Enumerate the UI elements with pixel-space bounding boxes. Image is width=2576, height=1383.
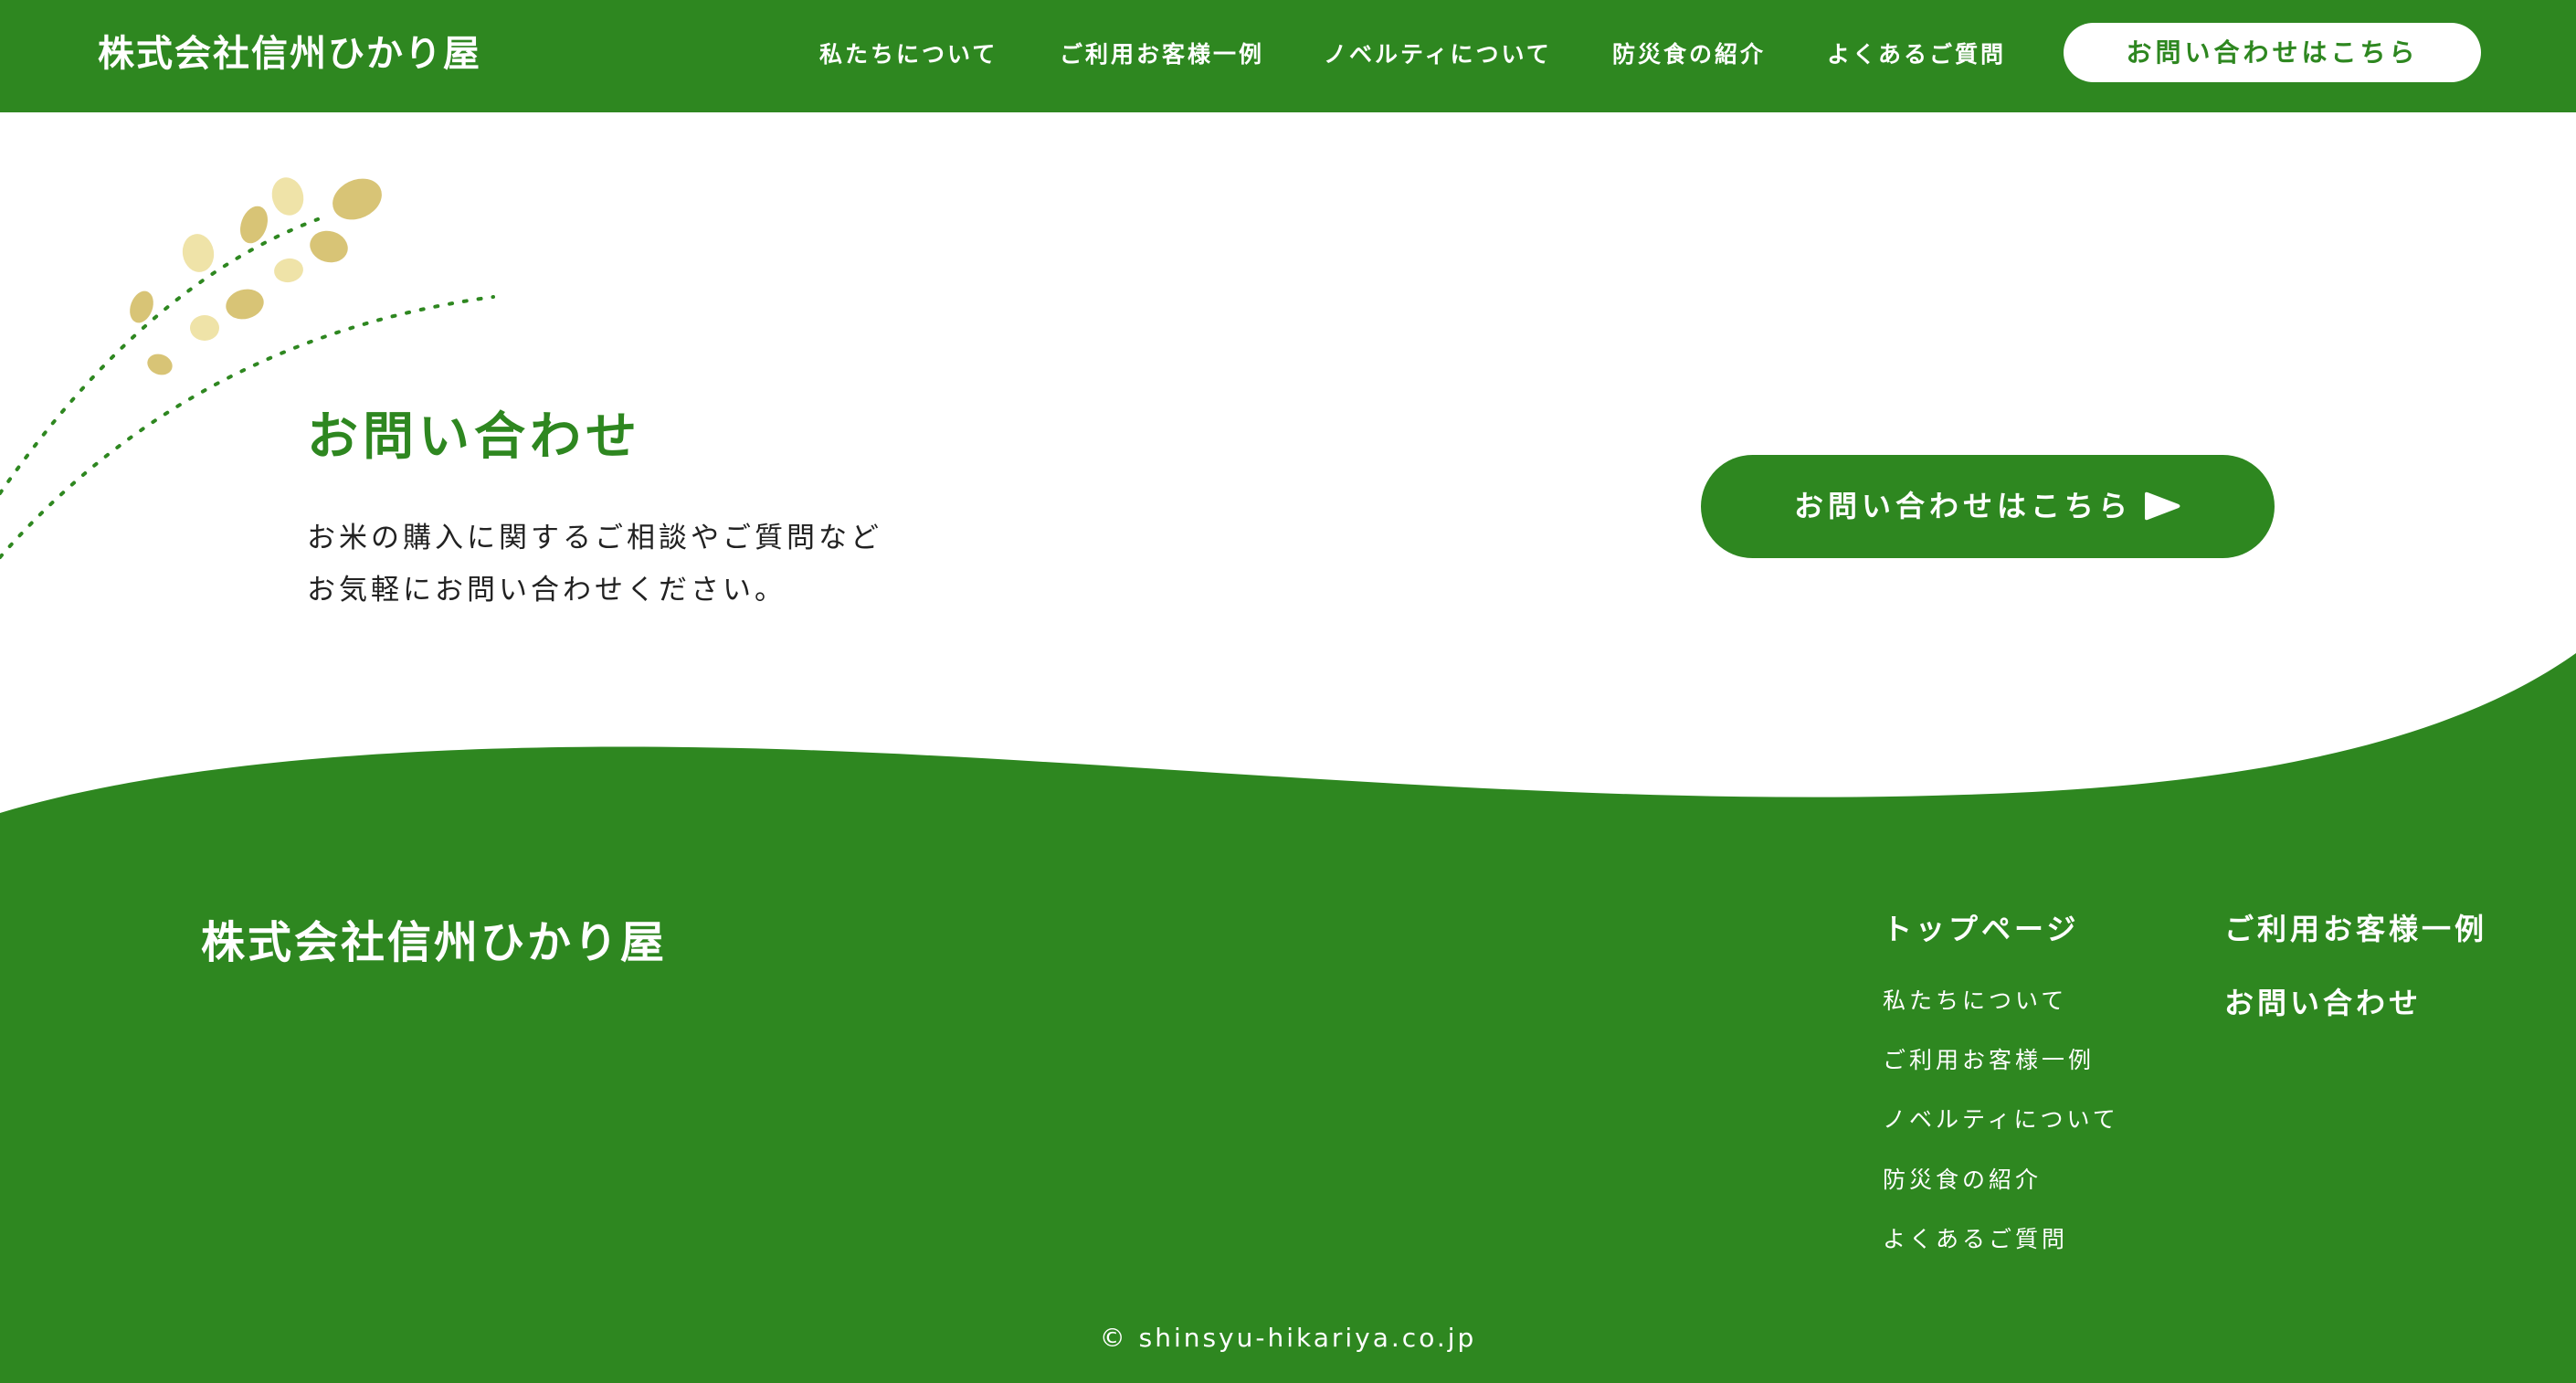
footer-link-novelty[interactable]: ノベルティについて [1883,1102,2119,1138]
footer-link-about[interactable]: 私たちについて [1883,983,2067,1019]
contact-button[interactable]: お問い合わせはこちら [1701,455,2275,558]
play-arrow-icon [2145,491,2180,521]
nav-link-emergency-food[interactable]: 防災食の紹介 [1612,37,1766,73]
rice-ear-icon [0,177,495,559]
site-footer: 株式会社信州ひかり屋 トップページ 私たちについて ご利用お客様一例 ノベルティ… [0,813,2576,1383]
header-logo[interactable]: 株式会社信州ひかり屋 [98,27,481,80]
footer-link-emergency-food[interactable]: 防災食の紹介 [1883,1162,2042,1198]
nav-link-about[interactable]: 私たちについて [819,37,998,73]
header-contact-button[interactable]: お問い合わせはこちら [2064,23,2481,82]
nav-link-faq[interactable]: よくあるご質問 [1827,37,2006,73]
nav-link-customers[interactable]: ご利用お客様一例 [1060,37,1264,73]
footer-link-faq[interactable]: よくあるご質問 [1883,1221,2068,1258]
wave-divider [0,653,2576,822]
contact-button-label: お問い合わせはこちら [1794,489,2133,523]
footer-link-customers-heading[interactable]: ご利用お客様一例 [2224,908,2487,950]
copyright: © shinsyu-hikariya.co.jp [1099,1323,1477,1353]
contact-description-line1: お米の購入に関するご相談やご質問など [307,522,882,554]
footer-link-top-page[interactable]: トップページ [1883,908,2079,950]
footer-link-contact[interactable]: お問い合わせ [2224,982,2422,1024]
contact-description-line2: お気軽にお問い合わせください。 [307,574,787,607]
footer-link-customers[interactable]: ご利用お客様一例 [1883,1042,2095,1079]
contact-title: お問い合わせ [307,407,641,467]
site-header: 株式会社信州ひかり屋 私たちについて ご利用お客様一例 ノベルティについて 防災… [0,0,2576,112]
footer-logo[interactable]: 株式会社信州ひかり屋 [201,913,667,973]
nav-link-novelty[interactable]: ノベルティについて [1324,37,1552,73]
